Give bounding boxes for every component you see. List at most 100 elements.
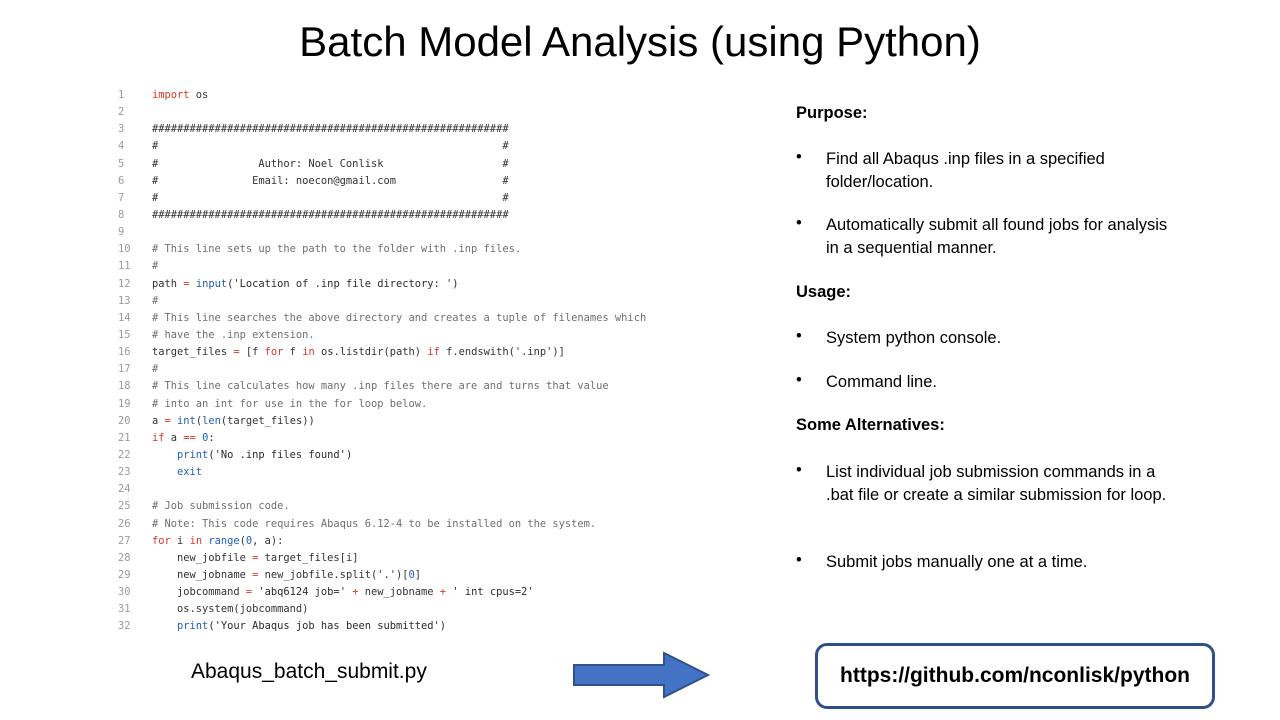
code-line: 24 bbox=[118, 481, 758, 498]
code-line: 27 for i in range(0, a): bbox=[118, 533, 758, 550]
code-line: 23 exit bbox=[118, 464, 758, 481]
code-token: # # bbox=[152, 191, 509, 204]
code-token: range bbox=[208, 534, 240, 547]
line-number: 1 bbox=[118, 89, 125, 101]
code-token: new_jobname bbox=[152, 568, 253, 581]
script-filename: Abaqus_batch_submit.py bbox=[191, 660, 427, 683]
code-line: 28 new_jobfile = target_files[i] bbox=[118, 550, 758, 567]
line-number: 27 bbox=[118, 534, 131, 547]
line-number: 30 bbox=[118, 586, 131, 599]
code-token: for bbox=[152, 534, 171, 547]
code-token: ########################################… bbox=[152, 123, 509, 136]
alternatives-bullet-text: Submit jobs manually one at a time. bbox=[826, 553, 1088, 571]
line-number: 26 bbox=[118, 517, 131, 530]
usage-heading: Usage: bbox=[796, 283, 852, 301]
code-token: if bbox=[152, 431, 165, 444]
alternatives-bullet-text: List individual job submission commands … bbox=[826, 463, 1167, 504]
alternatives-heading: Some Alternatives: bbox=[796, 416, 945, 434]
code-token: # Job submission code. bbox=[152, 500, 290, 513]
right-arrow-icon bbox=[573, 651, 711, 699]
line-number: 6 bbox=[118, 174, 125, 187]
code-token: in bbox=[189, 534, 203, 547]
line-number: 18 bbox=[118, 380, 131, 393]
code-token: if bbox=[427, 346, 440, 359]
code-line: 5 # Author: Noel Conlisk # bbox=[118, 156, 758, 173]
code-token: # # bbox=[152, 140, 509, 153]
usage-bullet-text: Command line. bbox=[826, 373, 937, 391]
code-text: # # bbox=[152, 138, 509, 155]
code-token: for bbox=[264, 346, 284, 359]
code-text: if a == 0: bbox=[152, 430, 215, 447]
line-number: 14 bbox=[118, 311, 131, 324]
code-token: i bbox=[170, 534, 190, 547]
code-line: 12 path = input('Location of .inp file di… bbox=[118, 276, 758, 293]
line-number: 20 bbox=[118, 414, 131, 427]
github-link-box[interactable]: https://github.com/nconlisk/python bbox=[815, 643, 1215, 709]
code-token: ] bbox=[414, 568, 422, 581]
code-token: [f bbox=[239, 346, 265, 359]
code-text: ########################################… bbox=[152, 121, 509, 138]
code-line: 16 target_files = [f for f in os.listdir(… bbox=[118, 344, 758, 361]
purpose-bullet-text: Find all Abaqus .inp files in a specifie… bbox=[826, 150, 1105, 191]
code-token: (target_files)) bbox=[220, 414, 315, 427]
line-number: 12 bbox=[118, 277, 131, 290]
code-token: , a): bbox=[252, 534, 284, 547]
code-text: exit bbox=[152, 464, 202, 481]
code-text: # This line calculates how many .inp fil… bbox=[152, 378, 609, 395]
bullet-icon: • bbox=[796, 148, 802, 166]
code-token: new_jobfile.split('.')[ bbox=[258, 568, 409, 581]
line-number: 17 bbox=[118, 363, 131, 376]
code-text: # # bbox=[152, 190, 509, 207]
code-token: path bbox=[152, 277, 184, 290]
code-line: 9 bbox=[118, 224, 758, 241]
slide-title: Batch Model Analysis (using Python) bbox=[299, 18, 981, 65]
code-line: 26 # Note: This code requires Abaqus 6.12… bbox=[118, 516, 758, 533]
line-number: 11 bbox=[118, 260, 131, 273]
code-line: 4 # # bbox=[118, 138, 758, 155]
line-number: 13 bbox=[118, 294, 131, 307]
code-token: # into an int for use in the for loop be… bbox=[152, 397, 428, 410]
code-token: len bbox=[202, 414, 221, 427]
code-token: ('Your Abaqus job has been submitted') bbox=[208, 620, 447, 633]
bullet-icon: • bbox=[796, 327, 802, 345]
code-line: 30 jobcommand = 'abq6124 job=' + new_job… bbox=[118, 584, 758, 601]
code-line: 10 # This line sets up the path to the fo… bbox=[118, 241, 758, 258]
code-token: int bbox=[177, 414, 196, 427]
code-token: # This line calculates how many .inp fil… bbox=[152, 380, 609, 393]
code-token: os bbox=[189, 89, 209, 101]
line-number: 15 bbox=[118, 328, 131, 341]
code-text: # have the .inp extension. bbox=[152, 327, 315, 344]
code-text: for i in range(0, a): bbox=[152, 533, 283, 550]
line-number: 9 bbox=[118, 226, 125, 239]
line-number: 24 bbox=[118, 483, 131, 496]
code-line: 29 new_jobname = new_jobfile.split('.')[… bbox=[118, 567, 758, 584]
code-text: # bbox=[152, 258, 158, 275]
code-text: import os bbox=[152, 87, 208, 104]
bullet-icon: • bbox=[796, 371, 802, 389]
code-text: target_files = [f for f in os.listdir(pa… bbox=[152, 344, 565, 361]
code-token: ' int cpus=2' bbox=[446, 586, 534, 599]
code-text: print('No .inp files found') bbox=[152, 447, 352, 464]
line-number: 31 bbox=[118, 603, 131, 616]
code-token: # bbox=[152, 294, 159, 307]
code-token: == bbox=[183, 431, 196, 444]
code-line: 20 a = int(len(target_files)) bbox=[118, 413, 758, 430]
line-number: 8 bbox=[118, 208, 125, 221]
code-token: f.endswith('.inp')] bbox=[439, 346, 565, 359]
code-text: a = int(len(target_files)) bbox=[152, 413, 315, 430]
code-line: 15 # have the .inp extension. bbox=[118, 327, 758, 344]
code-text: # Job submission code. bbox=[152, 498, 290, 515]
line-number: 22 bbox=[118, 448, 131, 461]
code-line: 6 # Email: noecon@gmail.com # bbox=[118, 173, 758, 190]
code-line: 21 if a == 0: bbox=[118, 430, 758, 447]
code-text: jobcommand = 'abq6124 job=' + new_jobnam… bbox=[152, 584, 534, 601]
code-token: ('Location of .inp file directory: ') bbox=[227, 277, 459, 290]
code-listing: 1 import os 2 3 ############################… bbox=[118, 87, 758, 636]
code-text: # This line sets up the path to the fold… bbox=[152, 241, 521, 258]
line-number: 2 bbox=[118, 106, 125, 119]
code-line: 19 # into an int for use in the for loop … bbox=[118, 396, 758, 413]
github-link[interactable]: https://github.com/nconlisk/python bbox=[840, 664, 1190, 688]
